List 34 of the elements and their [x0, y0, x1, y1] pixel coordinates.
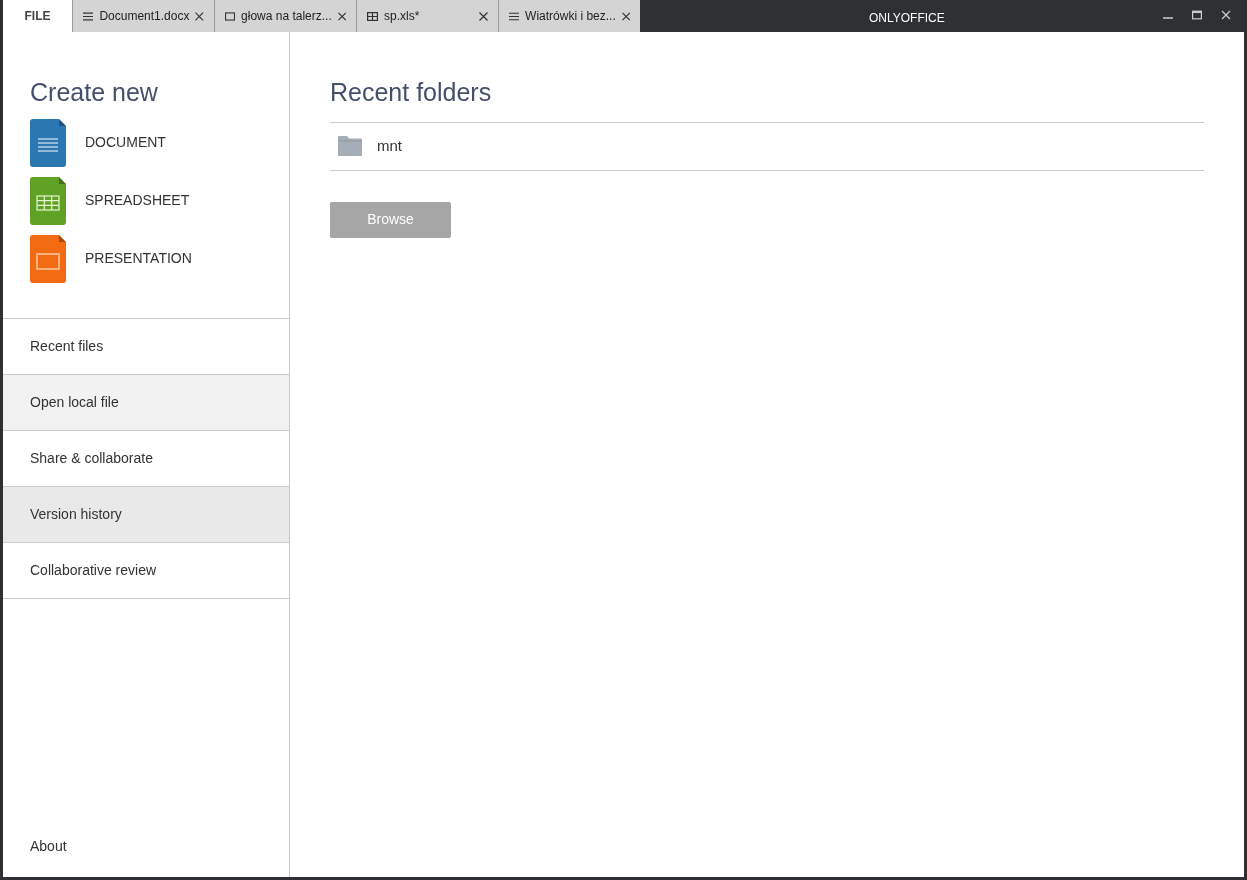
tab-label: Document1.docx [99, 8, 190, 25]
create-option[interactable]: SPREADSHEET [85, 190, 190, 211]
section-title: Recent folders [330, 74, 1204, 123]
folder-row[interactable]: mnt [330, 122, 1204, 171]
create-option[interactable]: DOCUMENT [85, 132, 166, 153]
tab-label: sp.xls* [384, 8, 420, 25]
tab-label: FILE [24, 8, 51, 25]
tab-label: Wiatrówki i bez... [525, 8, 616, 25]
tab[interactable]: sp.xls* [356, 0, 498, 32]
folder-name: mnt [377, 135, 402, 156]
document-file-icon [30, 118, 66, 167]
grid-icon [367, 11, 378, 21]
tab[interactable]: Wiatrówki i bez... [498, 0, 640, 32]
presentation-file-icon [30, 234, 66, 283]
create-option[interactable]: PRESENTATION [85, 248, 192, 269]
close-icon[interactable] [479, 11, 488, 21]
about-link[interactable]: About [30, 838, 67, 854]
maximize-icon[interactable] [1192, 10, 1202, 20]
tab-label: głowa na talerz... [241, 8, 332, 25]
spreadsheet-file-icon [30, 176, 66, 225]
close-icon[interactable] [195, 11, 204, 21]
tab[interactable]: głowa na talerz... [214, 0, 356, 32]
rectangle-icon [225, 11, 236, 21]
window-title: ONLYOFFICE [869, 10, 945, 27]
tab[interactable]: FILE [3, 0, 72, 32]
close-icon[interactable] [621, 11, 630, 21]
tab[interactable]: Document1.docx [72, 0, 214, 32]
section-title: Create new [30, 77, 159, 108]
folder-icon [338, 136, 362, 156]
sidebar-item[interactable]: Version history [3, 486, 289, 543]
close-icon[interactable] [337, 11, 346, 21]
sidebar-item[interactable]: Open local file [3, 374, 289, 431]
lines-icon [509, 11, 520, 21]
lines-icon [83, 11, 94, 21]
